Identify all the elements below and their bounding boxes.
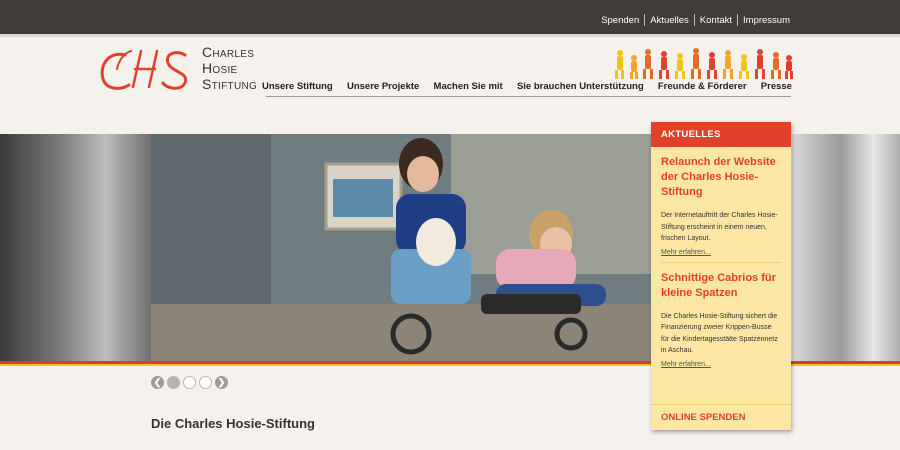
news-item-more-link[interactable]: Mehr erfahren... xyxy=(661,249,781,262)
news-item-more-link[interactable]: Mehr erfahren... xyxy=(661,361,781,374)
logo-wordmark[interactable]: Charles Hosie Stiftung xyxy=(202,44,257,92)
news-panel-heading: AKTUELLES xyxy=(651,122,791,147)
nav-item-machen-sie-mit[interactable]: Machen Sie mit xyxy=(434,81,503,92)
news-item-title[interactable]: Schnittige Cabrios für kleine Spatzen xyxy=(661,271,781,301)
nav-item-unsere-projekte[interactable]: Unsere Projekte xyxy=(347,81,419,92)
nav-item-freunde-foerderer[interactable]: Freunde & Förderer xyxy=(658,81,747,92)
children-silhouettes-illustration xyxy=(615,48,793,79)
top-bar-stripe xyxy=(0,34,900,37)
nav-underline xyxy=(266,96,791,97)
nav-item-presse[interactable]: Presse xyxy=(761,81,792,92)
news-item: Relaunch der Website der Charles Hosie-S… xyxy=(651,147,791,262)
divider xyxy=(644,14,646,26)
divider xyxy=(737,14,739,26)
news-item-title[interactable]: Relaunch der Website der Charles Hosie-S… xyxy=(661,155,781,200)
logo-line-1: Charles xyxy=(202,44,255,60)
news-item: Schnittige Cabrios für kleine Spatzen Di… xyxy=(651,263,791,374)
nav-item-unsere-stiftung[interactable]: Unsere Stiftung xyxy=(262,81,333,92)
main-nav: Unsere Stiftung Unsere Projekte Machen S… xyxy=(262,81,792,92)
slider-dot-3[interactable] xyxy=(199,376,212,389)
online-spenden-link[interactable]: ONLINE SPENDEN xyxy=(651,404,791,430)
logo-line-2: Hosie xyxy=(202,60,238,76)
news-item-text: Der Internetauftritt der Charles Hosie-S… xyxy=(661,212,778,242)
section-title: Die Charles Hosie-Stiftung xyxy=(151,416,315,431)
hero-photo-right xyxy=(792,134,900,361)
toplink-kontakt[interactable]: Kontakt xyxy=(700,15,732,26)
slider-next-arrow-icon[interactable]: ❯ xyxy=(215,376,228,389)
logo-line-3: Stiftung xyxy=(202,76,258,92)
divider xyxy=(693,14,695,26)
top-bar: Spenden Aktuelles Kontakt Impressum xyxy=(0,0,900,34)
slider-dot-1[interactable] xyxy=(167,376,180,389)
hero-photo-illustration xyxy=(151,134,651,361)
top-links: Spenden Aktuelles Kontakt Impressum xyxy=(601,14,790,26)
toplink-spenden[interactable]: Spenden xyxy=(601,15,639,26)
hero-photo-main[interactable] xyxy=(151,134,651,361)
hero-photo-left xyxy=(0,134,151,361)
toplink-aktuelles[interactable]: Aktuelles xyxy=(650,15,689,26)
slider-dot-2[interactable] xyxy=(183,376,196,389)
slider-controls: ❮ ❯ xyxy=(151,376,228,389)
nav-item-sie-brauchen-unterstuetzung[interactable]: Sie brauchen Unterstützung xyxy=(517,81,644,92)
slider-prev-arrow-icon[interactable]: ❮ xyxy=(151,376,164,389)
news-item-text: Die Charles Hosie-Stiftung sichert die F… xyxy=(661,312,778,355)
news-panel: AKTUELLES Relaunch der Website der Charl… xyxy=(651,122,791,430)
toplink-impressum[interactable]: Impressum xyxy=(743,15,790,26)
